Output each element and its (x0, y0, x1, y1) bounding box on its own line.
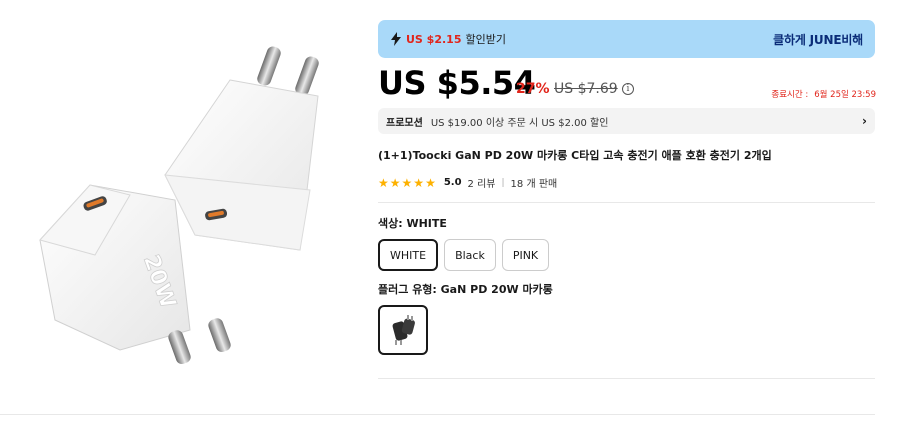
coupon-banner[interactable]: US $2.15 할인받기 클하게 JUNE비해 (378, 20, 875, 58)
color-option-black[interactable]: Black (444, 239, 496, 271)
rating-score: 5.0 (443, 177, 462, 188)
star-rating: ★ ★ ★ ★ ★ (378, 177, 436, 189)
product-title: (1+1)Toocki GaN PD 20W 마카롱 C타입 고속 충전기 애플… (378, 149, 772, 162)
sold-count: 18 개 판매 (510, 179, 558, 190)
divider (0, 414, 875, 415)
color-option-white[interactable]: WHITE (378, 239, 439, 271)
sale-deadline: 종료시간 : 6월 25일 23:59 (771, 88, 876, 100)
divider (378, 378, 875, 379)
star-icon: ★ (401, 175, 413, 190)
original-price: US $7.69 (554, 81, 618, 97)
coupon-amount: US $2.15 (406, 32, 462, 46)
current-price: US $5.54 (378, 64, 536, 102)
charger-illustration: 20W (39, 46, 319, 365)
info-icon[interactable]: i (622, 83, 634, 95)
chevron-right-icon: › (862, 114, 867, 128)
plug-type-label: 플러그 유형: GaN PD 20W 마카롱 (378, 283, 553, 296)
black-charger-thumbnail (392, 315, 415, 345)
product-page: 20W US $2.15 할인받기 클하게 JUNE비해 US $5.54 27… (0, 0, 900, 436)
color-option-pink[interactable]: PINK (501, 239, 550, 271)
plug-option-thumbnail[interactable] (378, 305, 428, 355)
bolt-icon (391, 32, 401, 46)
coupon-label: 할인받기 (465, 33, 506, 46)
discount-percent: 27% (516, 81, 550, 97)
coupon-code: 클하게 JUNE비해 (773, 32, 863, 47)
star-icon: ★ (425, 175, 436, 190)
star-icon: ★ (389, 175, 401, 190)
rating-row: ★ ★ ★ ★ ★ 5.0 2 리뷰 | 18 개 판매 (378, 175, 558, 191)
promotion-tag: 프로모션 (386, 117, 423, 129)
promotion-row[interactable]: 프로모션 US $19.00 이상 주문 시 US $2.00 할인 › (378, 108, 875, 134)
product-image[interactable]: 20W (0, 0, 360, 400)
color-label: 색상: WHITE (378, 217, 447, 230)
star-icon: ★ (378, 175, 389, 190)
deadline-value: 6월 25일 23:59 (814, 90, 876, 100)
review-count-link[interactable]: 2 리뷰 (468, 175, 496, 190)
promotion-text: US $19.00 이상 주문 시 US $2.00 할인 (430, 117, 609, 129)
divider (378, 202, 875, 203)
star-icon: ★ (413, 175, 425, 190)
color-options: WHITE Black PINK (378, 239, 550, 271)
separator: | (501, 177, 505, 188)
deadline-label: 종료시간 : (771, 90, 809, 100)
